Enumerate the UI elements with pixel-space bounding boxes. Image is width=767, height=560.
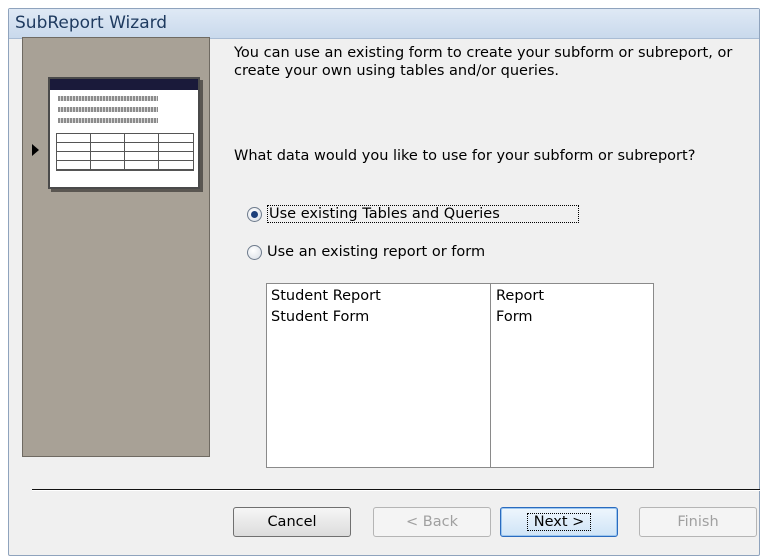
next-button[interactable]: Next > [500, 507, 618, 537]
intro-text: You can use an existing form to create y… [234, 45, 733, 79]
list-item[interactable]: Student Form Form [267, 309, 653, 327]
illustration-field-line [58, 107, 158, 112]
back-button[interactable]: < Back [373, 507, 491, 537]
subform-illustration [48, 77, 200, 189]
finish-button[interactable]: Finish [639, 507, 757, 537]
illustration-field-line [58, 96, 158, 101]
next-button-label: Next > [526, 513, 592, 531]
list-item-type: Report [496, 288, 545, 304]
record-selector-icon [32, 144, 39, 156]
cancel-button-label: Cancel [267, 514, 317, 530]
radio-button[interactable] [247, 244, 262, 260]
question-text: What data would you like to use for your… [234, 148, 696, 164]
illustration-datasheet-grid [56, 133, 194, 171]
button-separator [32, 489, 760, 491]
finish-button-label: Finish [677, 514, 719, 530]
option-label[interactable]: Use an existing report or form [267, 244, 485, 260]
back-button-label: < Back [406, 514, 458, 530]
option-label[interactable]: Use existing Tables and Queries [267, 205, 579, 223]
list-item-name: Student Form [271, 309, 370, 325]
report-form-listbox[interactable]: Student Report Report Student Form Form [266, 283, 654, 468]
window-title: SubReport Wizard [15, 13, 168, 33]
cancel-button[interactable]: Cancel [233, 507, 351, 537]
title-bar[interactable]: SubReport Wizard [9, 9, 759, 39]
list-item[interactable]: Student Report Report [267, 288, 653, 306]
illustration-field-line [58, 118, 158, 123]
list-item-type: Form [496, 309, 533, 325]
option-existing-tables[interactable]: Use existing Tables and Queries [247, 203, 579, 225]
illustration-header-bar [50, 79, 198, 90]
list-item-name: Student Report [271, 288, 381, 304]
radio-button-selected[interactable] [247, 206, 262, 222]
option-existing-report-form[interactable]: Use an existing report or form [247, 241, 485, 263]
